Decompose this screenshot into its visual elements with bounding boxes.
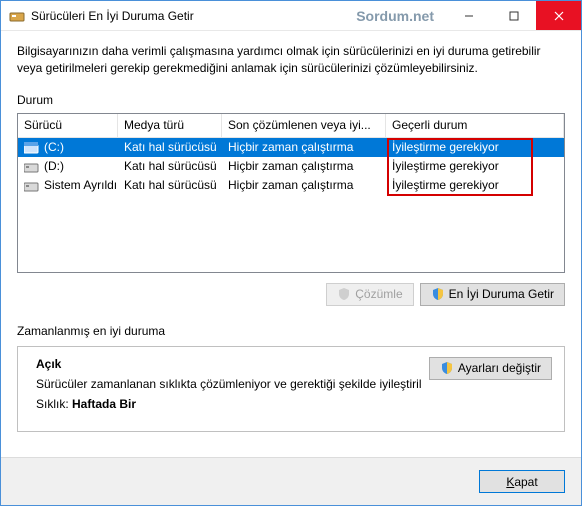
close-button[interactable]: Kapat	[479, 470, 565, 493]
table-row[interactable]: (D:)Katı hal sürücüsüHiçbir zaman çalışt…	[18, 157, 564, 176]
schedule-section-label: Zamanlanmış en iyi duruma	[17, 324, 565, 338]
cell-drive: (C:)	[18, 139, 118, 155]
cell-state: İyileştirme gerekiyor	[386, 177, 564, 193]
drives-table-area: Sürücü Medya türü Son çözümlenen veya iy…	[17, 113, 565, 283]
optimize-drives-window: Sürücüleri En İyi Duruma Getir Sordum.ne…	[0, 0, 582, 506]
cell-last: Hiçbir zaman çalıştırma	[222, 177, 386, 193]
col-state[interactable]: Geçerli durum	[386, 114, 564, 138]
window-title: Sürücüleri En İyi Duruma Getir	[31, 9, 356, 23]
shield-icon	[337, 287, 351, 301]
footer: Kapat	[1, 457, 581, 505]
cell-state: İyileştirme gerekiyor	[386, 139, 564, 155]
content-area: Bilgisayarınızın daha verimli çalışmasın…	[1, 31, 581, 457]
maximize-button[interactable]	[491, 1, 536, 30]
cell-state: İyileştirme gerekiyor	[386, 158, 564, 174]
close-window-button[interactable]	[536, 1, 581, 30]
drive-icon	[24, 161, 40, 172]
col-last[interactable]: Son çözümlenen veya iyi...	[222, 114, 386, 138]
col-media[interactable]: Medya türü	[118, 114, 222, 138]
table-row[interactable]: (C:)Katı hal sürücüsüHiçbir zaman çalışt…	[18, 138, 564, 157]
schedule-on-label: Açık	[36, 357, 422, 371]
col-drive[interactable]: Sürücü	[18, 114, 118, 138]
drives-table: Sürücü Medya türü Son çözümlenen veya iy…	[17, 113, 565, 273]
table-row[interactable]: Sistem AyrıldıKatı hal sürücüsüHiçbir za…	[18, 176, 564, 195]
optimize-label: En İyi Duruma Getir	[449, 287, 554, 301]
cell-media: Katı hal sürücüsü	[118, 139, 222, 155]
drive-icon	[24, 142, 40, 153]
status-label: Durum	[17, 93, 565, 107]
settings-label: Ayarları değiştir	[458, 361, 541, 375]
titlebar: Sürücüleri En İyi Duruma Getir Sordum.ne…	[1, 1, 581, 31]
table-header: Sürücü Medya türü Son çözümlenen veya iy…	[18, 114, 564, 138]
window-controls	[446, 1, 581, 30]
cell-drive: Sistem Ayrıldı	[18, 177, 118, 193]
action-buttons: Çözümle En İyi Duruma Getir	[17, 283, 565, 306]
close-rest: apat	[514, 475, 537, 489]
app-icon	[9, 8, 25, 24]
schedule-frequency: Sıklık: Haftada Bir	[36, 397, 422, 411]
schedule-description: Sürücüler zamanlanan sıklıkta çözümleniy…	[36, 377, 422, 391]
change-settings-button[interactable]: Ayarları değiştir	[429, 357, 552, 380]
minimize-button[interactable]	[446, 1, 491, 30]
shield-icon	[431, 287, 445, 301]
shield-icon	[440, 361, 454, 375]
freq-label: Sıklık:	[36, 397, 69, 411]
schedule-box: Açık Sürücüler zamanlanan sıklıkta çözüm…	[17, 346, 565, 432]
cell-media: Katı hal sürücüsü	[118, 158, 222, 174]
cell-media: Katı hal sürücüsü	[118, 177, 222, 193]
watermark-text: Sordum.net	[356, 8, 434, 24]
analyze-button: Çözümle	[326, 283, 413, 306]
freq-value: Haftada Bir	[72, 397, 136, 411]
cell-last: Hiçbir zaman çalıştırma	[222, 158, 386, 174]
optimize-button[interactable]: En İyi Duruma Getir	[420, 283, 565, 306]
drive-icon	[24, 180, 40, 191]
table-body: (C:)Katı hal sürücüsüHiçbir zaman çalışt…	[18, 138, 564, 272]
cell-last: Hiçbir zaman çalıştırma	[222, 139, 386, 155]
description-text: Bilgisayarınızın daha verimli çalışmasın…	[17, 43, 565, 77]
analyze-label: Çözümle	[355, 287, 402, 301]
cell-drive: (D:)	[18, 158, 118, 174]
